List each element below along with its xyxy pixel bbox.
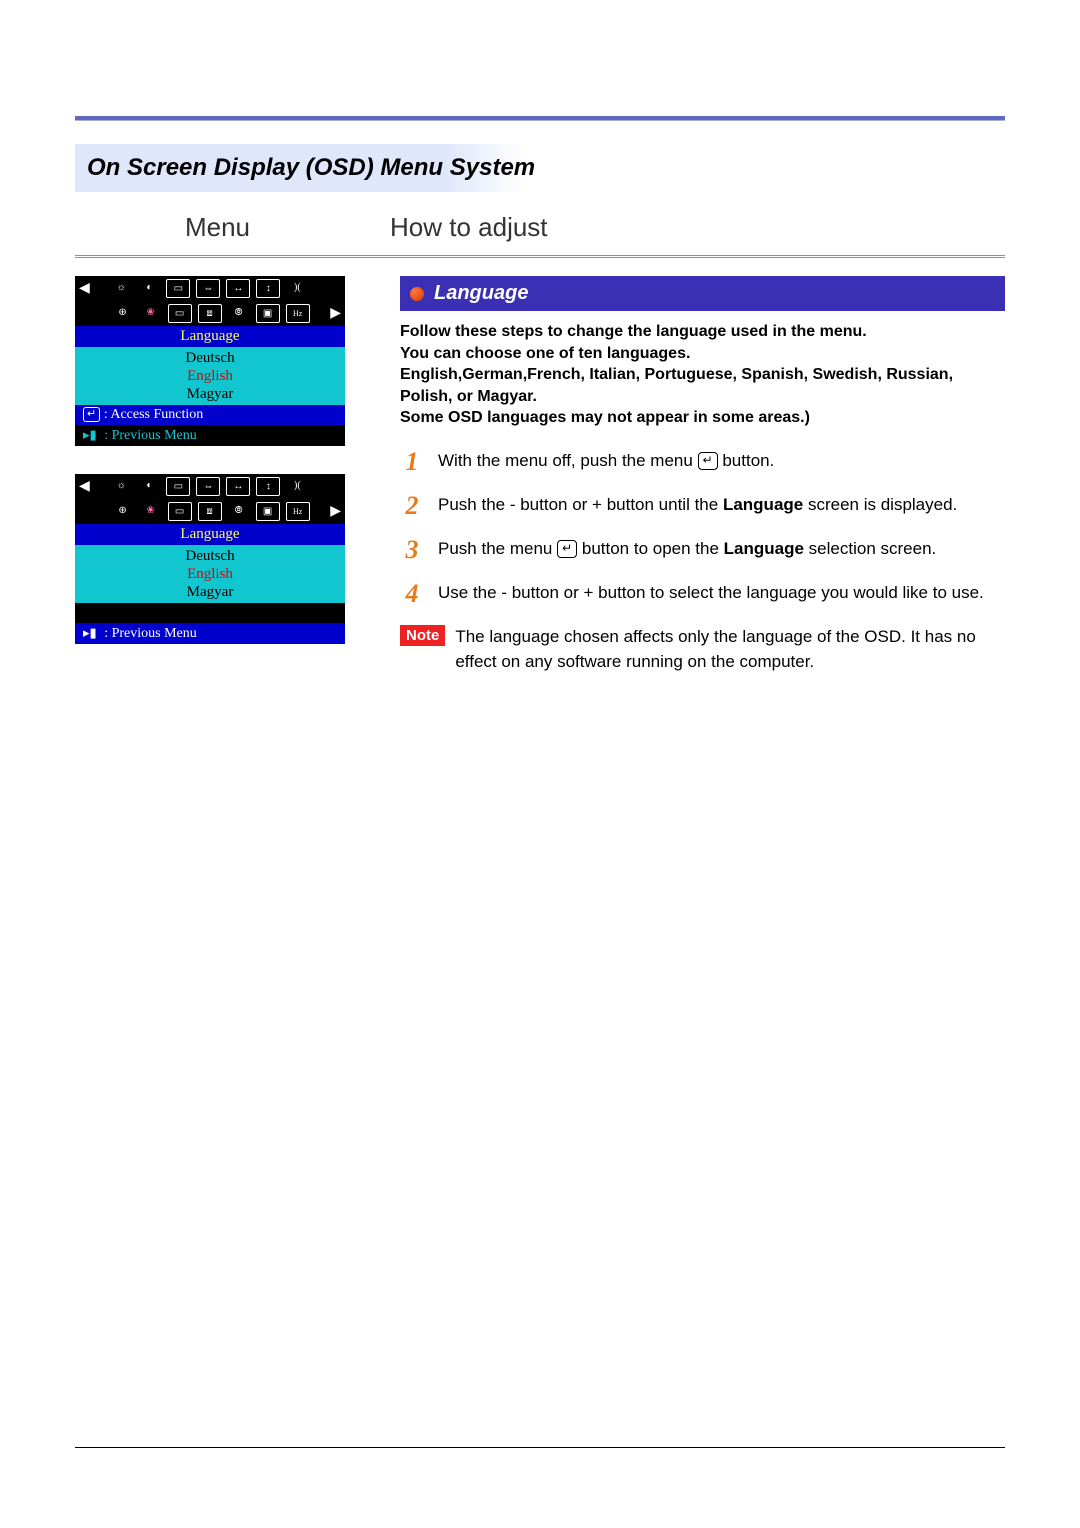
step-number: 3 bbox=[400, 537, 424, 563]
step-4: 4 Use the - button or + button to select… bbox=[400, 581, 1005, 607]
note-block: Note The language chosen affects only th… bbox=[400, 625, 1005, 674]
osd-title: Language bbox=[75, 326, 345, 347]
enter-icon: ↵ bbox=[698, 452, 718, 470]
clone-icon: ▭ bbox=[168, 502, 192, 521]
hz-icon: Hz bbox=[286, 304, 310, 323]
arrows-icon: ↔ bbox=[226, 279, 250, 298]
section-intro: Follow these steps to change the languag… bbox=[400, 321, 1005, 429]
steps-list: 1 With the menu off, push the menu ↵ but… bbox=[400, 449, 1005, 674]
step-1: 1 With the menu off, push the menu ↵ but… bbox=[400, 449, 1005, 475]
footer-rule bbox=[75, 1447, 1005, 1448]
osd-arrow-left-icon: ◀ bbox=[79, 280, 90, 297]
hz-icon: Hz bbox=[286, 502, 310, 521]
step-number: 2 bbox=[400, 493, 424, 519]
brightness-icon: ☼ bbox=[110, 279, 132, 296]
osd-lang-item: Magyar bbox=[75, 583, 345, 601]
swirl-icon: ⦾ bbox=[228, 304, 250, 321]
osd-language-list: Deutsch English Magyar bbox=[75, 545, 345, 603]
note-text: The language chosen affects only the lan… bbox=[455, 625, 1005, 674]
contrast-icon: ◐ bbox=[138, 279, 160, 296]
step-3: 3 Push the menu ↵ button to open the Lan… bbox=[400, 537, 1005, 563]
step-number: 4 bbox=[400, 581, 424, 607]
osd-arrow-left-icon: ◀ bbox=[79, 478, 90, 495]
language-icon: ❀ bbox=[140, 502, 162, 519]
osd-lang-item: Deutsch bbox=[75, 547, 345, 565]
note-badge: Note bbox=[400, 625, 445, 646]
enter-icon: ↵ bbox=[557, 540, 577, 558]
osd-hint-spacer bbox=[75, 603, 345, 623]
pip-icon: ▣ bbox=[256, 304, 280, 323]
osd-icon-row-1-top: ☼ ◐ ▭ ⇔ ↔ ↕ )( bbox=[110, 279, 308, 298]
page-icon: ▭ bbox=[166, 477, 190, 496]
osd-lang-item: Deutsch bbox=[75, 349, 345, 367]
size-v-icon: ↕ bbox=[256, 279, 280, 298]
geometry-icon: )( bbox=[286, 477, 308, 494]
menu-column: ◀ ☼ ◐ ▭ ⇔ ↔ ↕ )( ⊕ bbox=[75, 276, 365, 674]
previous-menu-icon: ▸▮ bbox=[83, 427, 97, 443]
dual-icon: ⧈ bbox=[198, 304, 222, 323]
contrast-icon: ◐ bbox=[138, 477, 160, 494]
section-bullet-icon bbox=[410, 287, 424, 301]
swirl-icon: ⦾ bbox=[228, 502, 250, 519]
clone-icon: ▭ bbox=[168, 304, 192, 323]
header-underline bbox=[75, 120, 1005, 121]
osd-hint-previous: ▸▮ : Previous Menu bbox=[75, 425, 345, 446]
osd-lang-item: Magyar bbox=[75, 385, 345, 403]
arrows-icon: ↔ bbox=[226, 477, 250, 496]
column-headers: Menu How to adjust bbox=[75, 212, 1005, 258]
osd-hint-previous: ▸▮ : Previous Menu bbox=[75, 623, 345, 644]
size-h-icon: ⇔ bbox=[196, 477, 220, 496]
osd-title: Language bbox=[75, 524, 345, 545]
crosshair-icon: ⊕ bbox=[112, 502, 134, 519]
osd-arrow-right-icon: ▶ bbox=[330, 503, 341, 520]
pip-icon: ▣ bbox=[256, 502, 280, 521]
dual-icon: ⧈ bbox=[198, 502, 222, 521]
column-header-menu: Menu bbox=[75, 212, 360, 243]
size-h-icon: ⇔ bbox=[196, 279, 220, 298]
osd-arrow-right-icon: ▶ bbox=[330, 305, 341, 322]
previous-menu-icon: ▸▮ bbox=[83, 625, 97, 641]
osd-lang-item-selected: English bbox=[75, 565, 345, 583]
osd-lang-item-selected: English bbox=[75, 367, 345, 385]
section-heading: Language bbox=[400, 276, 1005, 311]
page-icon: ▭ bbox=[166, 279, 190, 298]
language-icon: ❀ bbox=[140, 304, 162, 321]
osd-screenshot-2: ◀ ☼ ◐ ▭ ⇔ ↔ ↕ )( ⊕ bbox=[75, 474, 345, 644]
howto-column: Language Follow these steps to change th… bbox=[365, 276, 1005, 674]
geometry-icon: )( bbox=[286, 279, 308, 296]
osd-icon-row-2-bottom: ⊕ ❀ ▭ ⧈ ⦾ ▣ Hz bbox=[112, 502, 310, 521]
column-header-howto: How to adjust bbox=[360, 212, 1005, 243]
osd-language-list: Deutsch English Magyar bbox=[75, 347, 345, 405]
osd-icon-row-1-bottom: ⊕ ❀ ▭ ⧈ ⦾ ▣ Hz bbox=[112, 304, 310, 323]
page-title-block: On Screen Display (OSD) Menu System bbox=[75, 144, 1005, 192]
page-title: On Screen Display (OSD) Menu System bbox=[87, 154, 535, 181]
osd-screenshot-1: ◀ ☼ ◐ ▭ ⇔ ↔ ↕ )( ⊕ bbox=[75, 276, 345, 446]
osd-icon-row-2-top: ☼ ◐ ▭ ⇔ ↔ ↕ )( bbox=[110, 477, 308, 496]
brightness-icon: ☼ bbox=[110, 477, 132, 494]
step-number: 1 bbox=[400, 449, 424, 475]
step-2: 2 Push the - button or + button until th… bbox=[400, 493, 1005, 519]
crosshair-icon: ⊕ bbox=[112, 304, 134, 321]
osd-hint-access: ↵ : Access Function bbox=[75, 405, 345, 425]
size-v-icon: ↕ bbox=[256, 477, 280, 496]
enter-icon: ↵ bbox=[83, 407, 100, 422]
